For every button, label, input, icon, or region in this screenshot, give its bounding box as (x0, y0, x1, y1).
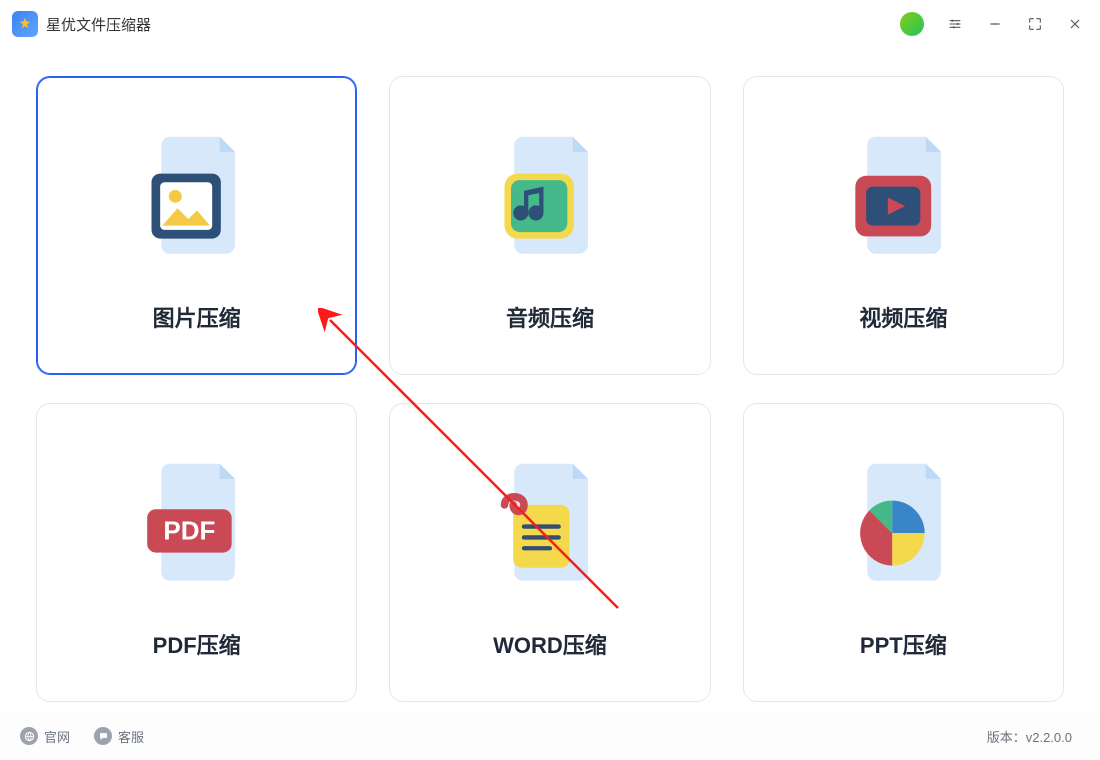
title-bar-right (900, 12, 1084, 36)
maximize-button[interactable] (1026, 15, 1044, 33)
minimize-button[interactable] (986, 15, 1004, 33)
official-site-link[interactable]: 官网 (20, 727, 70, 746)
svg-text:PDF: PDF (163, 516, 215, 546)
footer-link-label: 官网 (44, 727, 70, 746)
version-label: 版本：v2.2.0.0 (987, 727, 1072, 746)
footer-bar: 官网 客服 版本：v2.2.0.0 (0, 712, 1100, 760)
card-label: 视频压缩 (859, 301, 947, 333)
image-file-icon (122, 119, 272, 279)
card-image-compress[interactable]: 图片压缩 (36, 76, 357, 375)
card-label: PDF压缩 (153, 628, 241, 660)
title-bar: 星优文件压缩器 (0, 0, 1100, 48)
card-label: WORD压缩 (493, 628, 607, 660)
app-logo-icon (12, 11, 38, 37)
card-audio-compress[interactable]: 音频压缩 (389, 76, 710, 375)
card-label: PPT压缩 (860, 628, 947, 660)
close-button[interactable] (1066, 15, 1084, 33)
card-word-compress[interactable]: WORD压缩 (389, 403, 710, 702)
settings-icon[interactable] (946, 15, 964, 33)
video-file-icon (828, 119, 978, 279)
card-video-compress[interactable]: 视频压缩 (743, 76, 1064, 375)
card-label: 图片压缩 (153, 301, 241, 333)
app-title: 星优文件压缩器 (46, 14, 151, 35)
globe-icon (20, 727, 38, 745)
footer-link-label: 客服 (118, 727, 144, 746)
audio-file-icon (475, 119, 625, 279)
title-bar-left: 星优文件压缩器 (12, 11, 151, 37)
chat-icon (94, 727, 112, 745)
user-avatar[interactable] (900, 12, 924, 36)
card-ppt-compress[interactable]: PPT压缩 (743, 403, 1064, 702)
support-link[interactable]: 客服 (94, 727, 144, 746)
word-file-icon (475, 446, 625, 606)
main-grid: 图片压缩 音频压缩 视频压缩 (0, 48, 1100, 712)
footer-left: 官网 客服 (20, 727, 144, 746)
card-label: 音频压缩 (506, 301, 594, 333)
card-pdf-compress[interactable]: PDF PDF压缩 (36, 403, 357, 702)
ppt-file-icon (828, 446, 978, 606)
pdf-file-icon: PDF (122, 446, 272, 606)
